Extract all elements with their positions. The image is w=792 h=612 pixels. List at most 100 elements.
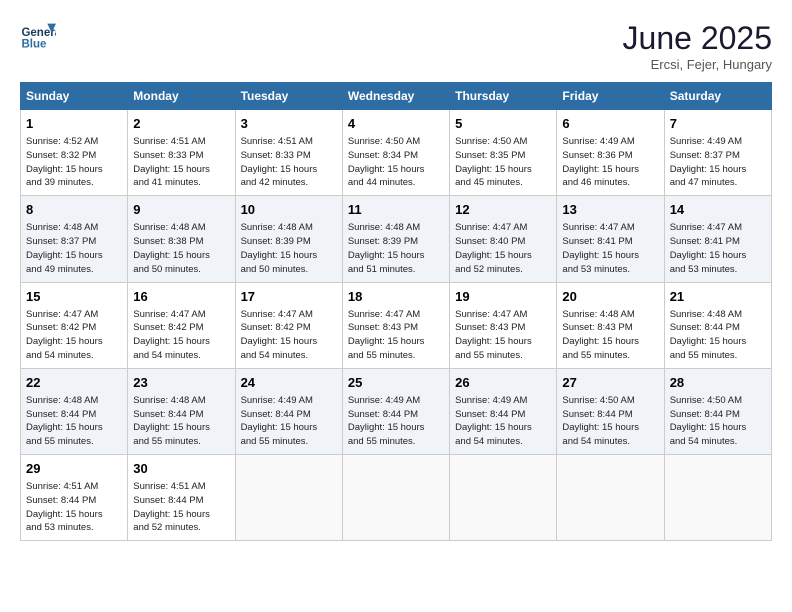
day-number: 4 bbox=[348, 115, 444, 133]
calendar-table: Sunday Monday Tuesday Wednesday Thursday… bbox=[20, 82, 772, 541]
week-row-3: 15 Sunrise: 4:47 AM Sunset: 8:42 PM Dayli… bbox=[21, 282, 772, 368]
day-cell: 12 Sunrise: 4:47 AM Sunset: 8:40 PM Dayli… bbox=[450, 196, 557, 282]
day-cell: 3 Sunrise: 4:51 AM Sunset: 8:33 PM Daylig… bbox=[235, 110, 342, 196]
day-number: 17 bbox=[241, 288, 337, 306]
day-cell bbox=[450, 455, 557, 541]
day-info: Sunrise: 4:49 AM Sunset: 8:44 PM Dayligh… bbox=[348, 394, 444, 449]
day-info: Sunrise: 4:47 AM Sunset: 8:43 PM Dayligh… bbox=[455, 308, 551, 363]
day-info: Sunrise: 4:51 AM Sunset: 8:33 PM Dayligh… bbox=[133, 135, 229, 190]
day-info: Sunrise: 4:48 AM Sunset: 8:44 PM Dayligh… bbox=[670, 308, 766, 363]
day-info: Sunrise: 4:47 AM Sunset: 8:42 PM Dayligh… bbox=[26, 308, 122, 363]
month-title: June 2025 bbox=[623, 20, 772, 57]
day-info: Sunrise: 4:48 AM Sunset: 8:44 PM Dayligh… bbox=[26, 394, 122, 449]
day-cell: 18 Sunrise: 4:47 AM Sunset: 8:43 PM Dayli… bbox=[342, 282, 449, 368]
day-cell: 17 Sunrise: 4:47 AM Sunset: 8:42 PM Dayli… bbox=[235, 282, 342, 368]
day-cell bbox=[235, 455, 342, 541]
day-cell: 1Sunrise: 4:52 AM Sunset: 8:32 PM Daylig… bbox=[21, 110, 128, 196]
day-cell: 27 Sunrise: 4:50 AM Sunset: 8:44 PM Dayli… bbox=[557, 368, 664, 454]
day-info: Sunrise: 4:49 AM Sunset: 8:36 PM Dayligh… bbox=[562, 135, 658, 190]
day-info: Sunrise: 4:47 AM Sunset: 8:42 PM Dayligh… bbox=[133, 308, 229, 363]
day-number: 12 bbox=[455, 201, 551, 219]
day-info: Sunrise: 4:48 AM Sunset: 8:37 PM Dayligh… bbox=[26, 221, 122, 276]
header-tuesday: Tuesday bbox=[235, 83, 342, 110]
weekday-header-row: Sunday Monday Tuesday Wednesday Thursday… bbox=[21, 83, 772, 110]
logo: General Blue bbox=[20, 20, 60, 56]
day-number: 6 bbox=[562, 115, 658, 133]
day-cell: 5 Sunrise: 4:50 AM Sunset: 8:35 PM Daylig… bbox=[450, 110, 557, 196]
header-thursday: Thursday bbox=[450, 83, 557, 110]
day-number: 23 bbox=[133, 374, 229, 392]
day-info: Sunrise: 4:47 AM Sunset: 8:43 PM Dayligh… bbox=[348, 308, 444, 363]
day-number: 5 bbox=[455, 115, 551, 133]
day-info: Sunrise: 4:47 AM Sunset: 8:41 PM Dayligh… bbox=[562, 221, 658, 276]
day-cell: 21 Sunrise: 4:48 AM Sunset: 8:44 PM Dayli… bbox=[664, 282, 771, 368]
title-block: June 2025 Ercsi, Fejer, Hungary bbox=[623, 20, 772, 72]
day-info: Sunrise: 4:49 AM Sunset: 8:44 PM Dayligh… bbox=[455, 394, 551, 449]
day-number: 10 bbox=[241, 201, 337, 219]
day-cell: 29 Sunrise: 4:51 AM Sunset: 8:44 PM Dayli… bbox=[21, 455, 128, 541]
day-number: 26 bbox=[455, 374, 551, 392]
day-cell: 9 Sunrise: 4:48 AM Sunset: 8:38 PM Daylig… bbox=[128, 196, 235, 282]
day-cell: 16 Sunrise: 4:47 AM Sunset: 8:42 PM Dayli… bbox=[128, 282, 235, 368]
day-number: 28 bbox=[670, 374, 766, 392]
day-cell: 25 Sunrise: 4:49 AM Sunset: 8:44 PM Dayli… bbox=[342, 368, 449, 454]
week-row-4: 22 Sunrise: 4:48 AM Sunset: 8:44 PM Dayli… bbox=[21, 368, 772, 454]
page-header: General Blue June 2025 Ercsi, Fejer, Hun… bbox=[20, 20, 772, 72]
day-number: 25 bbox=[348, 374, 444, 392]
day-number: 29 bbox=[26, 460, 122, 478]
header-sunday: Sunday bbox=[21, 83, 128, 110]
day-cell: 13Sunrise: 4:47 AM Sunset: 8:41 PM Dayli… bbox=[557, 196, 664, 282]
day-info: Sunrise: 4:49 AM Sunset: 8:37 PM Dayligh… bbox=[670, 135, 766, 190]
day-cell: 11Sunrise: 4:48 AM Sunset: 8:39 PM Dayli… bbox=[342, 196, 449, 282]
day-number: 3 bbox=[241, 115, 337, 133]
day-number: 7 bbox=[670, 115, 766, 133]
day-info: Sunrise: 4:50 AM Sunset: 8:44 PM Dayligh… bbox=[562, 394, 658, 449]
day-cell: 28Sunrise: 4:50 AM Sunset: 8:44 PM Dayli… bbox=[664, 368, 771, 454]
header-wednesday: Wednesday bbox=[342, 83, 449, 110]
day-cell: 6 Sunrise: 4:49 AM Sunset: 8:36 PM Daylig… bbox=[557, 110, 664, 196]
day-info: Sunrise: 4:48 AM Sunset: 8:39 PM Dayligh… bbox=[348, 221, 444, 276]
day-info: Sunrise: 4:51 AM Sunset: 8:33 PM Dayligh… bbox=[241, 135, 337, 190]
day-cell: 4 Sunrise: 4:50 AM Sunset: 8:34 PM Daylig… bbox=[342, 110, 449, 196]
day-number: 15 bbox=[26, 288, 122, 306]
day-cell: 23Sunrise: 4:48 AM Sunset: 8:44 PM Dayli… bbox=[128, 368, 235, 454]
location-subtitle: Ercsi, Fejer, Hungary bbox=[623, 57, 772, 72]
day-info: Sunrise: 4:50 AM Sunset: 8:34 PM Dayligh… bbox=[348, 135, 444, 190]
day-number: 27 bbox=[562, 374, 658, 392]
day-number: 8 bbox=[26, 201, 122, 219]
svg-text:Blue: Blue bbox=[21, 38, 47, 50]
day-cell: 7 Sunrise: 4:49 AM Sunset: 8:37 PM Daylig… bbox=[664, 110, 771, 196]
day-number: 16 bbox=[133, 288, 229, 306]
day-info: Sunrise: 4:49 AM Sunset: 8:44 PM Dayligh… bbox=[241, 394, 337, 449]
day-number: 20 bbox=[562, 288, 658, 306]
day-cell: 20 Sunrise: 4:48 AM Sunset: 8:43 PM Dayli… bbox=[557, 282, 664, 368]
week-row-5: 29 Sunrise: 4:51 AM Sunset: 8:44 PM Dayli… bbox=[21, 455, 772, 541]
day-number: 22 bbox=[26, 374, 122, 392]
header-monday: Monday bbox=[128, 83, 235, 110]
day-cell: 24Sunrise: 4:49 AM Sunset: 8:44 PM Dayli… bbox=[235, 368, 342, 454]
day-info: Sunrise: 4:51 AM Sunset: 8:44 PM Dayligh… bbox=[26, 480, 122, 535]
day-number: 14 bbox=[670, 201, 766, 219]
header-saturday: Saturday bbox=[664, 83, 771, 110]
day-info: Sunrise: 4:47 AM Sunset: 8:40 PM Dayligh… bbox=[455, 221, 551, 276]
week-row-1: 1Sunrise: 4:52 AM Sunset: 8:32 PM Daylig… bbox=[21, 110, 772, 196]
day-number: 9 bbox=[133, 201, 229, 219]
week-row-2: 8 Sunrise: 4:48 AM Sunset: 8:37 PM Daylig… bbox=[21, 196, 772, 282]
day-cell bbox=[342, 455, 449, 541]
day-number: 30 bbox=[133, 460, 229, 478]
day-number: 18 bbox=[348, 288, 444, 306]
day-cell bbox=[664, 455, 771, 541]
day-number: 2 bbox=[133, 115, 229, 133]
day-info: Sunrise: 4:48 AM Sunset: 8:38 PM Dayligh… bbox=[133, 221, 229, 276]
day-cell: 15 Sunrise: 4:47 AM Sunset: 8:42 PM Dayli… bbox=[21, 282, 128, 368]
day-info: Sunrise: 4:52 AM Sunset: 8:32 PM Dayligh… bbox=[26, 135, 122, 190]
logo-icon: General Blue bbox=[20, 20, 56, 56]
day-info: Sunrise: 4:48 AM Sunset: 8:43 PM Dayligh… bbox=[562, 308, 658, 363]
day-cell: 2 Sunrise: 4:51 AM Sunset: 8:33 PM Daylig… bbox=[128, 110, 235, 196]
day-number: 21 bbox=[670, 288, 766, 306]
day-info: Sunrise: 4:47 AM Sunset: 8:42 PM Dayligh… bbox=[241, 308, 337, 363]
day-info: Sunrise: 4:47 AM Sunset: 8:41 PM Dayligh… bbox=[670, 221, 766, 276]
day-cell: 8 Sunrise: 4:48 AM Sunset: 8:37 PM Daylig… bbox=[21, 196, 128, 282]
day-info: Sunrise: 4:50 AM Sunset: 8:35 PM Dayligh… bbox=[455, 135, 551, 190]
day-cell: 19Sunrise: 4:47 AM Sunset: 8:43 PM Dayli… bbox=[450, 282, 557, 368]
